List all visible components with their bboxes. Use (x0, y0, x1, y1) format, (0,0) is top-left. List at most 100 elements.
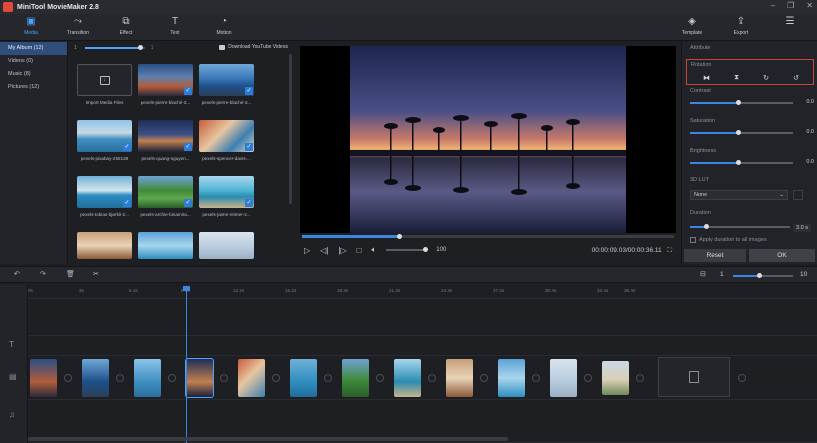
template-icon: ◈ (688, 16, 696, 27)
fit-timeline-icon[interactable]: ⊟ (700, 270, 706, 278)
previous-frame-icon[interactable]: ◁| (320, 246, 328, 255)
fullscreen-icon[interactable]: ⛶ (667, 247, 672, 254)
playback-progress-bar[interactable] (302, 234, 674, 239)
media-item[interactable]: ✓ pexels-tobias-bjørkli-2... (77, 176, 132, 217)
timeline-clip-selected[interactable] (185, 358, 214, 398)
stop-icon[interactable]: □ (357, 246, 362, 255)
transition-slot-icon[interactable] (220, 374, 228, 382)
template-button[interactable]: ◈ Template (667, 14, 717, 41)
saturation-slider[interactable]: 0.0 (690, 129, 814, 136)
split-icon[interactable]: ✂ (93, 270, 99, 278)
transition-slot-icon[interactable] (116, 374, 124, 382)
next-frame-icon[interactable]: |▷ (338, 246, 346, 255)
properties-heading: Attribute (690, 45, 711, 51)
add-media-placeholder[interactable] (658, 357, 730, 397)
duration-value[interactable]: 3.0 s (793, 224, 811, 232)
minimize-icon[interactable]: – (771, 1, 775, 10)
timeline-clip[interactable] (134, 359, 161, 397)
media-item[interactable]: ✓ pexels-pixabay-258138 (77, 120, 132, 161)
import-folder-icon: ↓ (99, 75, 110, 85)
timeline-scrollbar[interactable] (28, 437, 508, 441)
flip-horizontal-icon[interactable]: ⧓ (703, 74, 710, 82)
apply-duration-checkbox[interactable]: Apply duration to all images (690, 237, 767, 243)
playback-controls: ▷ ◁| |▷ □ 🔈︎ 100 (304, 245, 446, 255)
media-scrollbar[interactable] (289, 54, 292, 204)
timeline-clip[interactable] (238, 359, 265, 397)
media-icon: ▣ (26, 16, 36, 27)
timeline-ruler[interactable]: 0s 3s 6.1s 9.1s 12.2s 15.2s 18.3s 21.3s … (28, 285, 817, 299)
volume-icon[interactable]: 🔈︎ (371, 245, 376, 255)
transition-slot-icon[interactable] (428, 374, 436, 382)
sidebar-item-pictures[interactable]: Pictures (12) (0, 81, 67, 94)
media-item[interactable]: ✓ pexels-pierre-blaché-3... (199, 64, 254, 105)
undo-icon[interactable]: ↶ (14, 270, 20, 278)
transition-slot-icon[interactable] (584, 374, 592, 382)
transition-slot-icon[interactable] (324, 374, 332, 382)
zoom-value: 1 (150, 45, 154, 51)
playhead[interactable] (183, 286, 190, 443)
timeline-clip[interactable] (446, 359, 473, 397)
flip-vertical-icon[interactable]: ⧗ (734, 74, 739, 82)
import-media-tile[interactable]: ↓ Import Media Files (77, 64, 132, 105)
timeline-clip[interactable] (30, 359, 57, 397)
timeline-clip[interactable] (342, 359, 369, 397)
media-item[interactable]: ✓ pexels-spencer-davis-... (199, 120, 254, 161)
timeline-clip[interactable] (602, 361, 629, 395)
menu-button[interactable]: ☰ (765, 14, 815, 41)
text-track[interactable] (28, 300, 817, 336)
restore-icon[interactable]: ❐ (787, 1, 794, 10)
volume-slider[interactable] (386, 247, 429, 252)
sidebar-item-videos[interactable]: Videos (0) (0, 55, 67, 68)
sidebar-item-music[interactable]: Music (8) (0, 68, 67, 81)
timeline-clip[interactable] (82, 359, 109, 397)
media-item[interactable] (77, 232, 132, 259)
play-icon[interactable]: ▷ (304, 246, 310, 255)
lut-delete-button[interactable] (793, 190, 803, 200)
duration-slider[interactable] (690, 224, 790, 230)
transition-slot-icon[interactable] (272, 374, 280, 382)
tab-media[interactable]: ▣ Media (6, 14, 56, 41)
redo-icon[interactable]: ↷ (40, 270, 46, 278)
timeline-clip[interactable] (290, 359, 317, 397)
transition-slot-icon[interactable] (168, 374, 176, 382)
transition-slot-icon[interactable] (738, 374, 746, 382)
reset-button[interactable]: Reset (684, 249, 746, 262)
transition-slot-icon[interactable] (636, 374, 644, 382)
music-track-icon: ♫ (9, 410, 15, 419)
media-item[interactable]: ✓ pexels-jaime-reimer-2... (199, 176, 254, 217)
tab-transition[interactable]: ⤳ Transition (53, 14, 103, 41)
tab-motion[interactable]: ◔ Motion (199, 14, 249, 41)
transition-slot-icon[interactable] (532, 374, 540, 382)
export-button[interactable]: ⇪ Export (716, 14, 766, 41)
tab-effect[interactable]: ⧉ Effect (101, 14, 151, 41)
media-item[interactable] (138, 232, 193, 259)
media-item[interactable] (199, 232, 254, 259)
lut-select[interactable]: None ⌄ (690, 190, 788, 200)
brightness-slider[interactable]: 0.0 (690, 159, 814, 166)
contrast-slider[interactable]: 0.0 (690, 99, 814, 106)
volume-value: 100 (436, 247, 447, 253)
rotate-counterclockwise-icon[interactable]: ↺ (793, 74, 799, 82)
download-youtube-button[interactable]: Download YouTube Videos (219, 44, 288, 50)
chevron-down-icon: ⌄ (779, 192, 784, 198)
media-item[interactable]: ✓ pexels-archie-binamira... (138, 176, 193, 217)
transition-slot-icon[interactable] (376, 374, 384, 382)
delete-icon[interactable]: 🗑︎ (66, 270, 75, 278)
timeline-clip[interactable] (498, 359, 525, 397)
transition-slot-icon[interactable] (64, 374, 72, 382)
timeline-clip[interactable] (394, 359, 421, 397)
rotation-group: Rotation ⧓ ⧗ ↻ ↺ (686, 59, 814, 85)
media-item[interactable]: ✓ pexels-pierre-blaché-2... (138, 64, 193, 105)
thumbnail-zoom-slider[interactable] (84, 45, 145, 50)
timeline-zoom-slider[interactable] (733, 273, 793, 278)
ok-button[interactable]: OK (749, 249, 815, 262)
text-track-lane[interactable] (28, 336, 817, 356)
rotate-clockwise-icon[interactable]: ↻ (763, 74, 769, 82)
transition-slot-icon[interactable] (480, 374, 488, 382)
sidebar-item-my-album[interactable]: My Album (12) (0, 42, 67, 55)
close-icon[interactable]: ✕ (806, 1, 813, 10)
media-toolbar: 1 1 Download YouTube Videos (68, 42, 294, 54)
timeline-clip[interactable] (550, 359, 577, 397)
tab-text[interactable]: T Text (150, 14, 200, 41)
media-item[interactable]: ✓ pexels-quang-nguyen... (138, 120, 193, 161)
